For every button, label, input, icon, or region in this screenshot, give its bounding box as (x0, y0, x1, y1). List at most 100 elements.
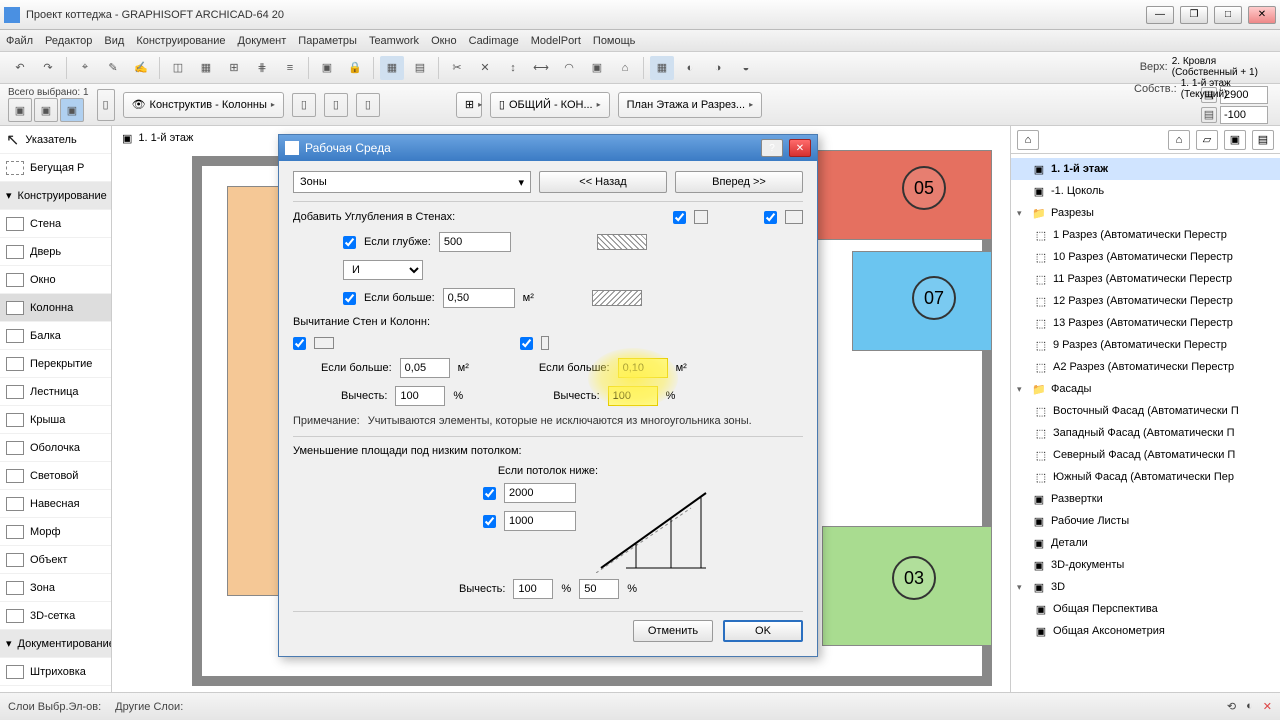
tree-node-razvertki[interactable]: ▣Развертки (1011, 488, 1280, 510)
menu-construction[interactable]: Конструирование (136, 35, 225, 47)
status-icon-1[interactable]: ⟲ (1227, 700, 1236, 713)
nav-tab-home-icon[interactable]: ⌂ (1168, 130, 1190, 150)
nav-tab-project[interactable]: ⌂ (1017, 130, 1039, 150)
status-icon-3[interactable]: ✕ (1263, 700, 1272, 713)
if-larger-input-1[interactable] (443, 288, 515, 308)
cancel-button[interactable]: Отменить (633, 620, 713, 642)
tree-node-sections[interactable]: ▾📁Разрезы (1011, 202, 1280, 224)
tree-item[interactable]: ⬚Северный Фасад (Автоматически П (1011, 444, 1280, 466)
ceiling-check-1[interactable] (483, 487, 496, 500)
if-larger-check-1[interactable] (343, 292, 356, 305)
nav-tab-publisher-icon[interactable]: ▤ (1252, 130, 1274, 150)
edit-icon[interactable]: ✍ (129, 56, 153, 80)
ok-button[interactable]: OK (723, 620, 803, 642)
tool-mesh[interactable]: 3D-сетка (0, 602, 111, 630)
subtract-input-1[interactable] (395, 386, 445, 406)
magic-wand-icon[interactable]: ✎ (101, 56, 125, 80)
tool-marquee[interactable]: Бегущая Р (0, 154, 111, 182)
if-deeper-check[interactable] (343, 236, 356, 249)
minimize-button[interactable]: — (1146, 6, 1174, 24)
sel-tool-2-icon[interactable]: ▣ (34, 98, 58, 122)
menu-teamwork[interactable]: Teamwork (369, 35, 419, 47)
tree-item[interactable]: ⬚12 Разрез (Автоматически Перестр (1011, 290, 1280, 312)
markers-icon[interactable]: ▦ (380, 56, 404, 80)
dialog-close-button[interactable]: ✕ (789, 139, 811, 157)
tool-header-doc[interactable]: ▾ Документирование (0, 630, 111, 658)
mirror-icon[interactable]: ⟷ (529, 56, 553, 80)
tree-item[interactable]: ▣1. 1-й этаж (1011, 158, 1280, 180)
display-dropdown[interactable]: План Этажа и Разрез... ▸ (618, 92, 762, 118)
redo-icon[interactable]: ↷ (36, 56, 60, 80)
tool-shell[interactable]: Оболочка (0, 434, 111, 462)
floor-up-value[interactable]: 2. Кровля (Собственный + 1) (1172, 56, 1274, 78)
ceiling-check-2[interactable] (483, 515, 496, 528)
elev-down-icon[interactable]: ▤ (1201, 107, 1217, 123)
adjust-icon[interactable]: ↕ (501, 56, 525, 80)
subtract-input-2[interactable] (608, 386, 658, 406)
trim-icon[interactable]: ✂ (445, 56, 469, 80)
menu-document[interactable]: Документ (238, 35, 287, 47)
if-larger-input-3[interactable] (618, 358, 668, 378)
guides-icon[interactable]: ⊞ (222, 56, 246, 80)
menu-window[interactable]: Окно (431, 35, 457, 47)
profile-2-icon[interactable]: ▯ (324, 93, 348, 117)
back-button[interactable]: << Назад (539, 171, 667, 193)
rule-icon[interactable]: ◐ (678, 56, 702, 80)
tree-node-details[interactable]: ▣Детали (1011, 532, 1280, 554)
tab-floorplan[interactable]: 1. 1-й этаж (138, 132, 193, 144)
markers2-icon[interactable]: ▤ (408, 56, 432, 80)
forward-button[interactable]: Вперед >> (675, 171, 803, 193)
tool-fill[interactable]: Штриховка (0, 658, 111, 686)
measure-icon[interactable]: ≡ (278, 56, 302, 80)
tool-zone[interactable]: Зона (0, 574, 111, 602)
tree-item[interactable]: ⬚A2 Разрез (Автоматически Перестр (1011, 356, 1280, 378)
tool-pointer[interactable]: ↖Указатель (0, 126, 111, 154)
status-icon-2[interactable]: ◐ (1246, 700, 1253, 713)
tool-object[interactable]: Объект (0, 546, 111, 574)
tool-roof[interactable]: Крыша (0, 406, 111, 434)
profile-3-icon[interactable]: ▯ (356, 93, 380, 117)
offset-icon[interactable]: ▣ (585, 56, 609, 80)
elev-down-input[interactable] (1220, 106, 1268, 124)
menu-editor[interactable]: Редактор (45, 35, 92, 47)
menu-cadimage[interactable]: Cadimage (469, 35, 519, 47)
tree-item[interactable]: ▣Общая Перспектива (1011, 598, 1280, 620)
tool-stair[interactable]: Лестница (0, 378, 111, 406)
tool-column[interactable]: Колонна (0, 294, 111, 322)
dialog-help-button[interactable]: ? (761, 139, 783, 157)
ceiling-subtract-1[interactable] (513, 579, 553, 599)
tree-item[interactable]: ⬚13 Разрез (Автоматически Перестр (1011, 312, 1280, 334)
tree-item[interactable]: ⬚11 Разрез (Автоматически Перестр (1011, 268, 1280, 290)
tool-skylight[interactable]: Световой (0, 462, 111, 490)
section-icon[interactable]: ◑ (706, 56, 730, 80)
3d-icon[interactable]: ▣ (315, 56, 339, 80)
menu-help[interactable]: Помощь (593, 35, 636, 47)
snap-icon[interactable]: ◫ (166, 56, 190, 80)
and-or-select[interactable]: И (343, 260, 423, 280)
close-button[interactable]: ✕ (1248, 6, 1276, 24)
if-deeper-input[interactable] (439, 232, 511, 252)
floor-down-value[interactable]: 1. 1-й этаж (Текущий) (1181, 78, 1274, 100)
tool-slab[interactable]: Перекрытие (0, 350, 111, 378)
tree-item[interactable]: ⬚Южный Фасад (Автоматически Пер (1011, 466, 1280, 488)
tool-door[interactable]: Дверь (0, 238, 111, 266)
fill-dropdown[interactable]: ⊞▸ (456, 92, 482, 118)
grid-icon[interactable]: ▦ (194, 56, 218, 80)
menu-view[interactable]: Вид (104, 35, 124, 47)
menu-parameters[interactable]: Параметры (298, 35, 357, 47)
ceiling-input-1[interactable] (504, 483, 576, 503)
column-geom-icon[interactable]: ▯ (97, 89, 115, 121)
recess-check-1[interactable] (673, 211, 686, 224)
sel-tool-3-icon[interactable]: ▣ (60, 98, 84, 122)
menu-modelport[interactable]: ModelPort (531, 35, 581, 47)
layer-dropdown[interactable]: 👁 Конструктив - Колонны ▸ (123, 92, 284, 118)
tool-wall[interactable]: Стена (0, 210, 111, 238)
tree-item[interactable]: ▣Общая Аксонометрия (1011, 620, 1280, 642)
tree-item[interactable]: ⬚Восточный Фасад (Автоматически П (1011, 400, 1280, 422)
column-subtract-check[interactable] (520, 337, 533, 350)
nav-tab-views-icon[interactable]: ▱ (1196, 130, 1218, 150)
lock-icon[interactable]: 🔒 (343, 56, 367, 80)
zones-dropdown[interactable]: Зоны▾ (293, 171, 531, 193)
tree-item[interactable]: ⬚10 Разрез (Автоматически Перестр (1011, 246, 1280, 268)
story-dropdown[interactable]: ▯ ОБЩИЙ - КОН... ▸ (490, 92, 610, 118)
